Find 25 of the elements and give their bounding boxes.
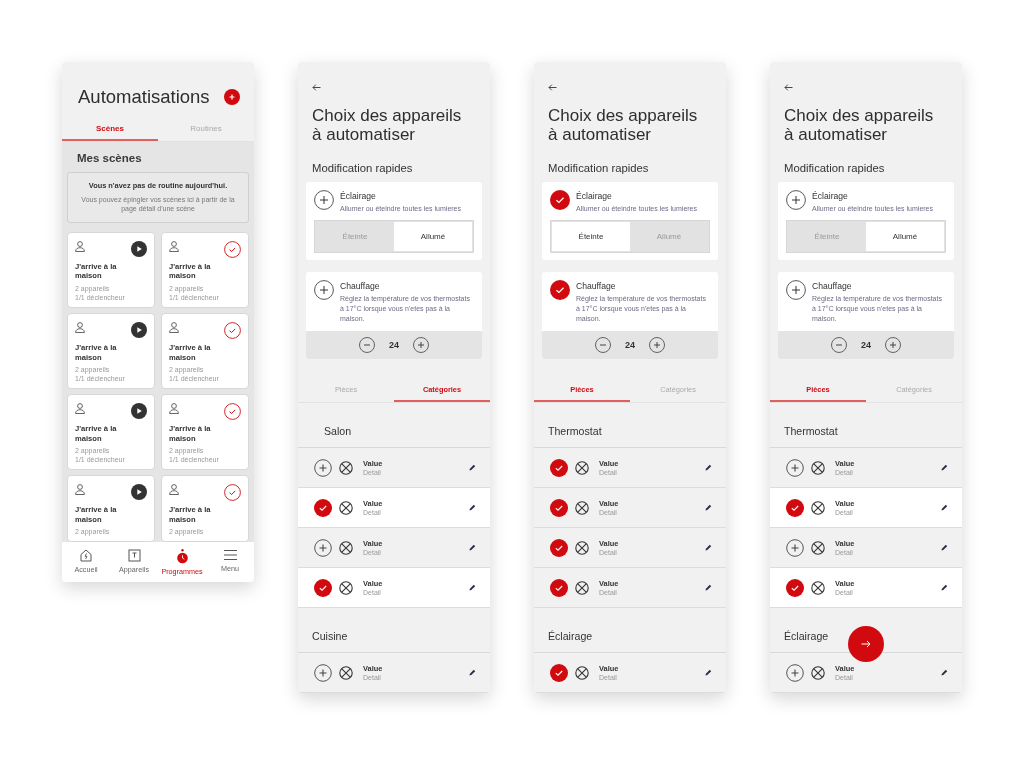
section-title: Modification rapides (547, 161, 650, 176)
group-title: Cuisine (298, 607, 490, 653)
stepper-value: 24 (389, 339, 399, 350)
section-title: Mes scènes (76, 151, 143, 166)
segment-option[interactable]: Éteinte (552, 222, 630, 252)
section-title: Modification rapides (311, 161, 414, 176)
card-title: Éclairage (812, 191, 849, 201)
screen-title: Choix des appareils à automatiser (547, 105, 699, 144)
screen-title: Choix des appareils à automatiser (783, 105, 935, 144)
card-title: Chauffage (340, 281, 381, 292)
card-title: Éclairage (576, 191, 613, 201)
segment-option[interactable]: Allumé (394, 222, 472, 252)
stepper-value: 24 (625, 339, 635, 350)
stepper-value: 24 (861, 339, 871, 350)
screen-title: Automatisations (78, 86, 210, 108)
group-title: Éclairage (534, 607, 726, 653)
group-title: Salon (298, 402, 490, 448)
segment-option[interactable]: Allumé (866, 222, 944, 252)
card-title: Chauffage (812, 281, 853, 292)
group-title: Thermostat (770, 402, 962, 448)
group-title: Thermostat (534, 402, 726, 448)
section-title: Modification rapides (783, 161, 886, 176)
card-title: Éclairage (340, 191, 377, 201)
card-title: Chauffage (576, 281, 617, 292)
screen-title: Choix des appareils à automatiser (311, 105, 463, 144)
